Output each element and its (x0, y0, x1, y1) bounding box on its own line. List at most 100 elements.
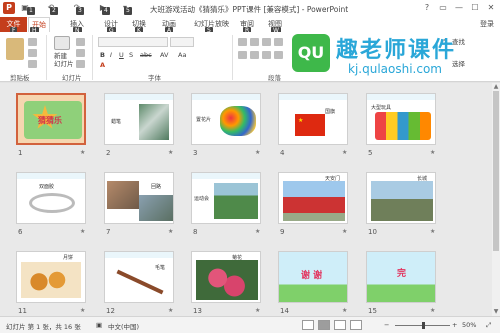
slide-thumbnail[interactable]: 大型玩具 (366, 93, 436, 145)
font-name-select[interactable] (98, 37, 168, 47)
slide-number: 15 (368, 307, 377, 315)
slide-thumbnail[interactable]: 菊花 (191, 251, 261, 303)
underline-button[interactable]: U (119, 51, 124, 59)
slide-title: 月饼 (63, 255, 74, 261)
slide-thumbnail[interactable]: 双面胶 (16, 172, 86, 224)
transition-icon: ★ (430, 228, 436, 235)
language-status[interactable]: 中文(中国) (108, 321, 139, 331)
title-bar: P ▣ 1 ↶ 2 ↷ 3 ▶ 4 ▾ 5 大班游戏活动《猜猜乐》PPT课件 [… (0, 0, 500, 17)
strikethrough-button[interactable]: abc (140, 51, 152, 59)
slide-thumbnail[interactable]: 回路 (104, 172, 174, 224)
slide-thumbnail[interactable]: 运动会 (191, 172, 261, 224)
paste-icon[interactable] (6, 38, 24, 60)
slide-picture (375, 112, 431, 140)
close-button[interactable]: ✕ (484, 2, 498, 14)
slide-thumbnail[interactable]: 猜猜乐 (16, 93, 86, 145)
minimize-button[interactable]: — (452, 2, 466, 14)
new-slide-icon[interactable] (54, 36, 70, 50)
cut-icon[interactable] (28, 38, 37, 46)
zoom-out-button[interactable]: − (384, 321, 389, 329)
slide-title: 回路 (151, 184, 162, 190)
align-right-icon[interactable] (262, 51, 271, 59)
group-font-label: 字体 (148, 74, 161, 82)
bullets-icon[interactable] (238, 38, 247, 46)
justify-icon[interactable] (274, 51, 283, 59)
scroll-down-icon[interactable]: ▼ (492, 308, 500, 316)
decrease-indent-icon[interactable] (262, 38, 271, 46)
help-button[interactable]: ? (420, 2, 434, 14)
transition-icon: ★ (255, 149, 261, 156)
slide-thumbnail[interactable]: 毛笔 (104, 251, 174, 303)
reset-icon[interactable] (76, 49, 85, 57)
slide-header-decoration (279, 94, 347, 100)
transition-icon: ★ (80, 228, 86, 235)
login-link[interactable]: 登录 (480, 19, 494, 29)
slide-thumbnail[interactable]: 国旗 ★ (278, 93, 348, 145)
flag-star: ★ (298, 117, 304, 124)
slide-number: 11 (18, 307, 27, 315)
zoom-level[interactable]: 50% (462, 321, 476, 329)
slide-sorter-view-button[interactable] (318, 320, 330, 330)
transition-icon: ★ (168, 307, 174, 314)
slide-number: 6 (18, 228, 23, 236)
slide-thumbnail[interactable]: 天安门 (278, 172, 348, 224)
transition-icon: ★ (80, 307, 86, 314)
slide-title: 置花片 (196, 117, 212, 123)
slide-header-decoration (192, 94, 260, 100)
layout-icon[interactable] (76, 38, 85, 46)
change-case-button[interactable]: Aa (178, 51, 186, 59)
numbering-icon[interactable] (250, 38, 259, 46)
transition-icon: ★ (342, 149, 348, 156)
copy-icon[interactable] (28, 49, 37, 57)
slide-thumbnail[interactable]: 长城 (366, 172, 436, 224)
normal-view-button[interactable] (302, 320, 314, 330)
maximize-button[interactable]: ☐ (468, 2, 482, 14)
slide-number: 13 (193, 307, 202, 315)
scroll-up-icon[interactable]: ▲ (492, 83, 500, 91)
slide-thumbnail[interactable]: 谢 谢 (278, 251, 348, 303)
font-size-select[interactable] (170, 37, 194, 47)
slide-thumbnail[interactable]: 蜡笔 (104, 93, 174, 145)
align-left-icon[interactable] (238, 51, 247, 59)
align-center-icon[interactable] (250, 51, 259, 59)
group-clipboard-label: 剪贴板 (10, 74, 30, 82)
slide-number: 5 (368, 149, 373, 157)
slideshow-view-button[interactable] (350, 320, 362, 330)
bold-button[interactable]: B (100, 51, 105, 59)
reading-view-button[interactable] (334, 320, 346, 330)
section-icon[interactable] (76, 60, 85, 68)
slide-thumbnail[interactable]: 完 (366, 251, 436, 303)
zoom-slider-handle[interactable] (421, 322, 425, 329)
slide-header-decoration (105, 94, 173, 100)
slide-thumbnail[interactable]: 月饼 (16, 251, 86, 303)
italic-button[interactable]: I (110, 51, 112, 59)
ribbon-display-button[interactable]: ▭ (436, 2, 450, 14)
keytip: 5 (124, 7, 132, 15)
format-painter-icon[interactable] (28, 60, 37, 68)
slide-title: 国旗 (325, 109, 336, 115)
transition-icon: ★ (430, 149, 436, 156)
font-color-button[interactable]: A (100, 61, 105, 69)
slide-picture (196, 260, 258, 300)
slide-number: 7 (106, 228, 111, 236)
char-spacing-button[interactable]: AV (160, 51, 168, 59)
shadow-button[interactable]: S (129, 51, 133, 59)
scroll-thumb[interactable] (493, 91, 499, 251)
increase-indent-icon[interactable] (274, 38, 283, 46)
new-slide-button[interactable]: 新建 幻灯片 (54, 52, 74, 68)
zoom-in-button[interactable]: + (452, 321, 457, 329)
transition-icon: ★ (255, 228, 261, 235)
transition-icon: ★ (168, 228, 174, 235)
slide-count-status: 幻灯片 第 1 张，共 16 张 (6, 323, 81, 331)
slide-thumbnail[interactable]: 置花片 (191, 93, 261, 145)
spellcheck-icon[interactable]: ▣ (96, 321, 102, 329)
slide-header-decoration (367, 94, 435, 100)
slide-title: 蜡笔 (111, 119, 122, 125)
slide-header-decoration (192, 173, 260, 179)
slide-number: 3 (193, 149, 198, 157)
fit-to-window-icon[interactable]: ⤢ (486, 321, 491, 330)
powerpoint-logo-icon[interactable]: P (3, 2, 15, 14)
group-slides-label: 幻灯片 (62, 74, 82, 82)
vertical-scrollbar[interactable]: ▲ ▼ (492, 83, 500, 316)
group-divider (232, 35, 233, 80)
